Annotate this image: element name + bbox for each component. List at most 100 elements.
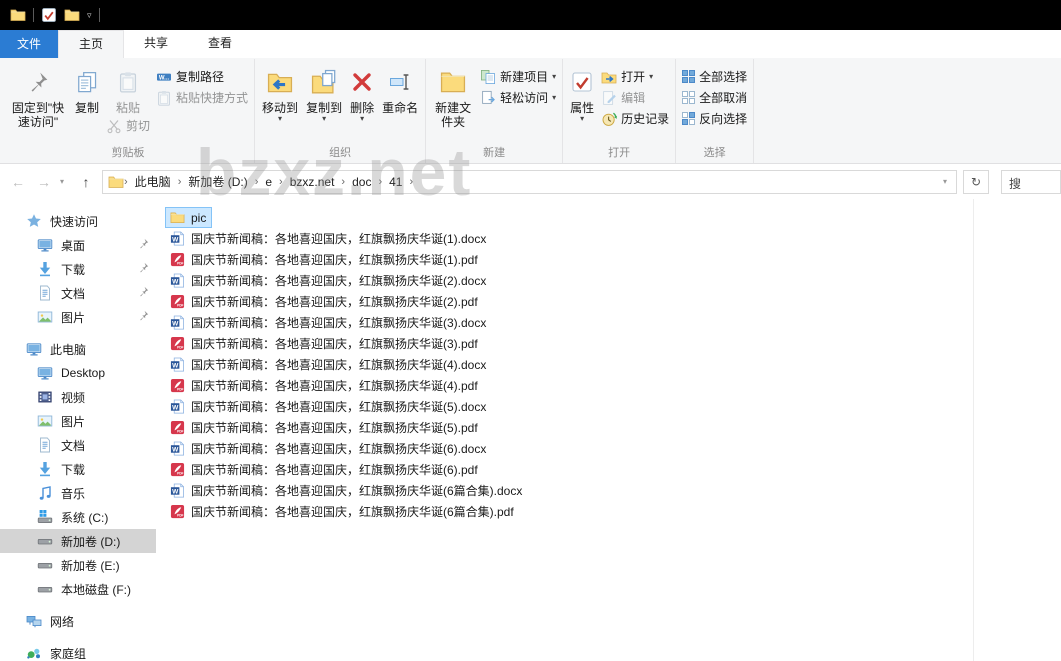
- properties-shortcut-icon[interactable]: [41, 7, 57, 23]
- select-all-button[interactable]: 全部选择: [679, 66, 750, 87]
- breadcrumb-drive-d[interactable]: 新加卷 (D:): [181, 173, 254, 190]
- sidebar-item-drive-c[interactable]: 系统 (C:): [0, 505, 156, 529]
- sidebar-item-desktop-pinned[interactable]: 桌面: [0, 233, 156, 257]
- file-row[interactable]: 国庆节新闻稿：各地喜迎国庆，红旗飘扬庆华诞(2).docx: [165, 270, 492, 291]
- word-file-icon: [170, 231, 185, 246]
- sidebar-item-this-pc[interactable]: 此电脑: [0, 337, 156, 361]
- this-pc-icon: [26, 341, 42, 357]
- select-all-label: 全部选择: [699, 68, 747, 85]
- sidebar-item-pictures[interactable]: 图片: [0, 409, 156, 433]
- sidebar-item-drive-e[interactable]: 新加卷 (E:): [0, 553, 156, 577]
- sidebar-item-videos[interactable]: 视频: [0, 385, 156, 409]
- drive-icon: [37, 581, 53, 597]
- up-icon[interactable]: ↑: [76, 174, 96, 190]
- cut-button[interactable]: 剪切: [103, 115, 153, 136]
- file-row[interactable]: 国庆节新闻稿：各地喜迎国庆，红旗飘扬庆华诞(6).docx: [165, 438, 492, 459]
- file-list: pic 国庆节新闻稿：各地喜迎国庆，红旗飘扬庆华诞(1).docx 国庆节新闻稿…: [156, 199, 1061, 661]
- quick-access-toolbar-dropdown-icon[interactable]: ▿: [87, 10, 92, 21]
- file-row[interactable]: 国庆节新闻稿：各地喜迎国庆，红旗飘扬庆华诞(6).pdf: [165, 459, 484, 480]
- new-folder-shortcut-icon[interactable]: [64, 7, 80, 23]
- file-row[interactable]: 国庆节新闻稿：各地喜迎国庆，红旗飘扬庆华诞(4).pdf: [165, 375, 484, 396]
- new-item-button[interactable]: 新建项目 ▾: [477, 66, 559, 87]
- history-button[interactable]: 历史记录: [598, 108, 672, 129]
- sidebar-item-downloads[interactable]: 下载: [0, 457, 156, 481]
- rename-label: 重命名: [382, 101, 418, 115]
- history-icon: [601, 111, 617, 127]
- file-menu-button[interactable]: 文件: [0, 30, 58, 58]
- ribbon-group-organize: 移动到 ▾ 复制到 ▾ 删除 ▾ 重命名 组织: [255, 59, 426, 163]
- file-row[interactable]: 国庆节新闻稿：各地喜迎国庆，红旗飘扬庆华诞(1).pdf: [165, 249, 484, 270]
- address-bar[interactable]: › 此电脑 › 新加卷 (D:) › e › bzxz.net › doc › …: [102, 170, 957, 194]
- recent-locations-dropdown-icon[interactable]: ▾: [60, 177, 70, 186]
- paste-button[interactable]: 粘贴: [103, 61, 153, 115]
- sidebar-item-homegroup[interactable]: 家庭组: [0, 641, 156, 661]
- move-to-button[interactable]: 移动到 ▾: [258, 61, 302, 122]
- sidebar-item-drive-f[interactable]: 本地磁盘 (F:): [0, 577, 156, 601]
- breadcrumb-doc[interactable]: doc: [345, 175, 378, 189]
- breadcrumb-41[interactable]: 41: [382, 175, 409, 189]
- sidebar-item-music[interactable]: 音乐: [0, 481, 156, 505]
- file-name: 国庆节新闻稿：各地喜迎国庆，红旗飘扬庆华诞(6篇合集).docx: [191, 482, 522, 499]
- back-icon[interactable]: ←: [8, 174, 28, 190]
- file-row[interactable]: 国庆节新闻稿：各地喜迎国庆，红旗飘扬庆华诞(5).pdf: [165, 417, 484, 438]
- paste-shortcut-button[interactable]: 粘贴快捷方式: [153, 87, 251, 108]
- file-name: 国庆节新闻稿：各地喜迎国庆，红旗飘扬庆华诞(6篇合集).pdf: [191, 503, 514, 520]
- word-file-icon: [170, 399, 185, 414]
- desktop-icon: [37, 365, 53, 381]
- open-button[interactable]: 打开 ▾: [598, 66, 672, 87]
- file-row[interactable]: 国庆节新闻稿：各地喜迎国庆，红旗飘扬庆华诞(6篇合集).docx: [165, 480, 528, 501]
- delete-button[interactable]: 删除 ▾: [346, 61, 378, 122]
- copy-to-icon: [310, 64, 338, 100]
- word-file-icon: [170, 273, 185, 288]
- sidebar-item-drive-d[interactable]: 新加卷 (D:): [0, 529, 156, 553]
- file-row[interactable]: 国庆节新闻稿：各地喜迎国庆，红旗飘扬庆华诞(4).docx: [165, 354, 492, 375]
- sidebar-item-quick-access[interactable]: 快速访问: [0, 209, 156, 233]
- file-row[interactable]: 国庆节新闻稿：各地喜迎国庆，红旗飘扬庆华诞(2).pdf: [165, 291, 484, 312]
- address-dropdown-icon[interactable]: ▾: [943, 177, 953, 186]
- file-row[interactable]: 国庆节新闻稿：各地喜迎国庆，红旗飘扬庆华诞(6篇合集).pdf: [165, 501, 520, 522]
- copy-button[interactable]: 复制: [71, 61, 103, 115]
- new-folder-button[interactable]: 新建文件夹: [429, 61, 477, 129]
- copy-to-button[interactable]: 复制到 ▾: [302, 61, 346, 122]
- file-row[interactable]: 国庆节新闻稿：各地喜迎国庆，红旗飘扬庆华诞(3).docx: [165, 312, 492, 333]
- pin-icon: [138, 238, 149, 249]
- file-name: 国庆节新闻稿：各地喜迎国庆，红旗飘扬庆华诞(4).pdf: [191, 377, 478, 394]
- delete-label: 删除: [350, 101, 374, 115]
- sidebar-item-pictures-pinned[interactable]: 图片: [0, 305, 156, 329]
- sidebar-item-network[interactable]: 网络: [0, 609, 156, 633]
- tab-home[interactable]: 主页: [58, 30, 124, 58]
- quick-access-folder-icon[interactable]: [10, 7, 26, 23]
- copy-path-label: 复制路径: [176, 68, 224, 85]
- breadcrumb-bzxz-net[interactable]: bzxz.net: [283, 175, 342, 189]
- tab-share[interactable]: 共享: [124, 30, 188, 58]
- breadcrumb-e[interactable]: e: [258, 175, 279, 189]
- file-row-pic-folder[interactable]: pic: [165, 207, 212, 228]
- rename-button[interactable]: 重命名: [378, 61, 422, 115]
- search-input[interactable]: 搜: [1001, 170, 1061, 194]
- file-row[interactable]: 国庆节新闻稿：各地喜迎国庆，红旗飘扬庆华诞(5).docx: [165, 396, 492, 417]
- pin-to-quick-access-button[interactable]: 固定到"快速访问": [5, 61, 71, 129]
- forward-icon[interactable]: →: [34, 174, 54, 190]
- refresh-button[interactable]: ↻: [963, 170, 989, 194]
- pdf-file-icon: [170, 336, 185, 351]
- edit-button[interactable]: 编辑: [598, 87, 672, 108]
- breadcrumb-this-pc[interactable]: 此电脑: [128, 173, 178, 190]
- folder-icon: [170, 210, 185, 225]
- select-none-button[interactable]: 全部取消: [679, 87, 750, 108]
- copy-path-button[interactable]: 复制路径: [153, 66, 251, 87]
- file-row[interactable]: 国庆节新闻稿：各地喜迎国庆，红旗飘扬庆华诞(3).pdf: [165, 333, 484, 354]
- invert-selection-button[interactable]: 反向选择: [679, 108, 750, 129]
- tab-view[interactable]: 查看: [188, 30, 252, 58]
- ribbon-group-open: 属性 ▾ 打开 ▾ 编辑 历史记录 打开: [563, 59, 676, 163]
- new-folder-label: 新建文件夹: [433, 101, 473, 129]
- sidebar-item-documents-pinned[interactable]: 文档: [0, 281, 156, 305]
- easy-access-button[interactable]: 轻松访问 ▾: [477, 87, 559, 108]
- sidebar-item-downloads-pinned[interactable]: 下载: [0, 257, 156, 281]
- pane-divider: [973, 199, 974, 661]
- sidebar-label: 本地磁盘 (F:): [61, 581, 131, 598]
- sidebar-item-documents[interactable]: 文档: [0, 433, 156, 457]
- properties-button[interactable]: 属性 ▾: [566, 61, 598, 122]
- file-row[interactable]: 国庆节新闻稿：各地喜迎国庆，红旗飘扬庆华诞(1).docx: [165, 228, 492, 249]
- sidebar-item-desktop[interactable]: Desktop: [0, 361, 156, 385]
- ribbon-group-select: 全部选择 全部取消 反向选择 选择: [676, 59, 754, 163]
